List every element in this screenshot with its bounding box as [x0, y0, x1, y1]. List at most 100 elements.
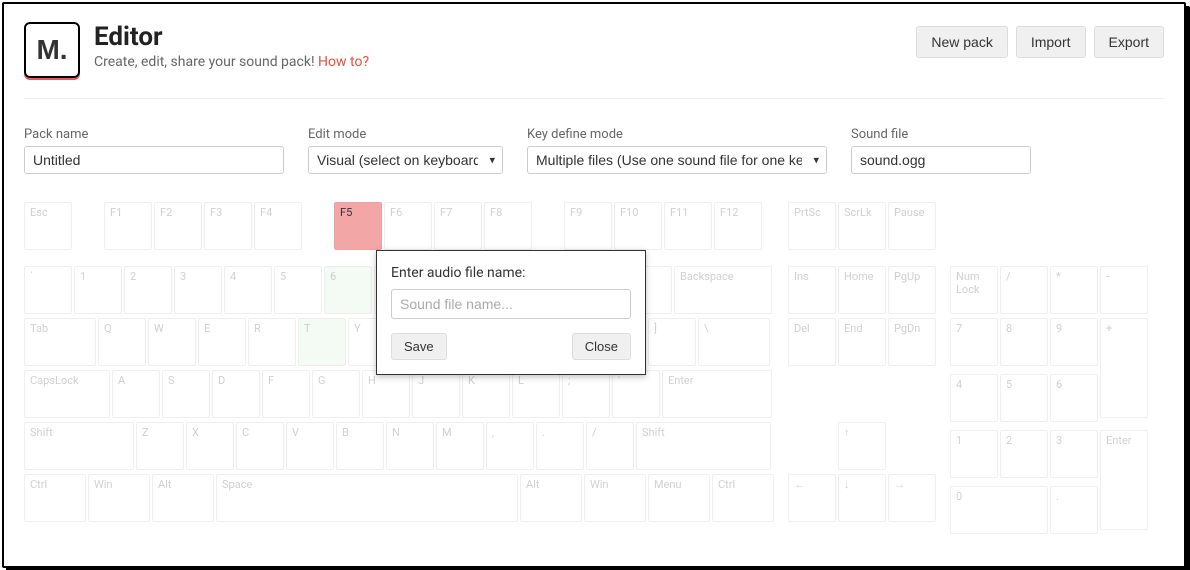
- audio-filename-input[interactable]: [391, 289, 631, 319]
- key-a[interactable]: A: [112, 370, 160, 418]
- key-backspace[interactable]: Backspace: [674, 266, 772, 314]
- key-num5[interactable]: 5: [1000, 374, 1048, 422]
- key-numdec[interactable]: .: [1050, 486, 1098, 534]
- key-f3[interactable]: F3: [204, 202, 252, 250]
- key-f4[interactable]: F4: [254, 202, 302, 250]
- key-l[interactable]: L: [512, 370, 560, 418]
- key-rbracket[interactable]: ]: [648, 318, 696, 366]
- key-numlock[interactable]: Num Lock: [950, 266, 998, 314]
- key-comma[interactable]: ,: [486, 422, 534, 470]
- key-f11[interactable]: F11: [664, 202, 712, 250]
- edit-mode-select[interactable]: Visual (select on keyboard): [308, 146, 503, 174]
- key-j[interactable]: J: [412, 370, 460, 418]
- key-w[interactable]: W: [148, 318, 196, 366]
- key-right[interactable]: →: [888, 474, 936, 522]
- key-6[interactable]: 6: [324, 266, 372, 314]
- key-num2[interactable]: 2: [1000, 430, 1048, 478]
- key-4[interactable]: 4: [224, 266, 272, 314]
- key-backtick[interactable]: `: [24, 266, 72, 314]
- new-pack-button[interactable]: New pack: [916, 26, 1007, 58]
- key-t[interactable]: T: [298, 318, 346, 366]
- key-num7[interactable]: 7: [950, 318, 998, 366]
- key-lctrl[interactable]: Ctrl: [24, 474, 86, 522]
- sound-file-input[interactable]: [851, 146, 1031, 174]
- key-z[interactable]: Z: [136, 422, 184, 470]
- import-button[interactable]: Import: [1016, 26, 1086, 58]
- key-mode-select[interactable]: Multiple files (Use one sound file for o…: [527, 146, 827, 174]
- key-up[interactable]: ↑: [838, 422, 886, 470]
- key-ins[interactable]: Ins: [788, 266, 836, 314]
- key-home[interactable]: Home: [838, 266, 886, 314]
- key-n[interactable]: N: [386, 422, 434, 470]
- key-c[interactable]: C: [236, 422, 284, 470]
- key-f8[interactable]: F8: [484, 202, 532, 250]
- key-e[interactable]: E: [198, 318, 246, 366]
- key-down[interactable]: ↓: [838, 474, 886, 522]
- key-rshift[interactable]: Shift: [636, 422, 771, 470]
- key-menu[interactable]: Menu: [648, 474, 710, 522]
- key-q[interactable]: Q: [98, 318, 146, 366]
- key-f10[interactable]: F10: [614, 202, 662, 250]
- key-tab[interactable]: Tab: [24, 318, 96, 366]
- key-backslash[interactable]: \: [698, 318, 770, 366]
- key-f2[interactable]: F2: [154, 202, 202, 250]
- key-esc[interactable]: Esc: [24, 202, 72, 250]
- key-lshift[interactable]: Shift: [24, 422, 134, 470]
- key-lalt[interactable]: Alt: [152, 474, 214, 522]
- pack-name-input[interactable]: [24, 146, 284, 174]
- key-numsub[interactable]: -: [1100, 266, 1148, 314]
- key-nummul[interactable]: *: [1050, 266, 1098, 314]
- key-g[interactable]: G: [312, 370, 360, 418]
- key-ralt[interactable]: Alt: [520, 474, 582, 522]
- key-f9[interactable]: F9: [564, 202, 612, 250]
- key-pgdn[interactable]: PgDn: [888, 318, 936, 366]
- key-f1[interactable]: F1: [104, 202, 152, 250]
- export-button[interactable]: Export: [1094, 26, 1164, 58]
- key-num8[interactable]: 8: [1000, 318, 1048, 366]
- key-f6[interactable]: F6: [384, 202, 432, 250]
- key-pgup[interactable]: PgUp: [888, 266, 936, 314]
- key-v[interactable]: V: [286, 422, 334, 470]
- key-num1[interactable]: 1: [950, 430, 998, 478]
- key-period[interactable]: .: [536, 422, 584, 470]
- key-space[interactable]: Space: [216, 474, 518, 522]
- key-f7[interactable]: F7: [434, 202, 482, 250]
- key-rctrl[interactable]: Ctrl: [712, 474, 774, 522]
- key-f12[interactable]: F12: [714, 202, 762, 250]
- key-m[interactable]: M: [436, 422, 484, 470]
- key-s[interactable]: S: [162, 370, 210, 418]
- key-apostrophe[interactable]: ': [612, 370, 660, 418]
- key-numdiv[interactable]: /: [1000, 266, 1048, 314]
- key-num6[interactable]: 6: [1050, 374, 1098, 422]
- key-2[interactable]: 2: [124, 266, 172, 314]
- key-k[interactable]: K: [462, 370, 510, 418]
- key-num3[interactable]: 3: [1050, 430, 1098, 478]
- key-rwin[interactable]: Win: [584, 474, 646, 522]
- popover-save-button[interactable]: Save: [391, 333, 447, 360]
- howto-link[interactable]: How to?: [318, 54, 369, 70]
- key-capslock[interactable]: CapsLock: [24, 370, 110, 418]
- key-f5[interactable]: F5: [334, 202, 382, 250]
- key-num0[interactable]: 0: [950, 486, 1048, 534]
- key-b[interactable]: B: [336, 422, 384, 470]
- key-lwin[interactable]: Win: [88, 474, 150, 522]
- key-5[interactable]: 5: [274, 266, 322, 314]
- key-numadd[interactable]: +: [1100, 318, 1148, 418]
- key-left[interactable]: ←: [788, 474, 836, 522]
- key-prtsc[interactable]: PrtSc: [788, 202, 836, 250]
- key-scrlk[interactable]: ScrLk: [838, 202, 886, 250]
- key-num4[interactable]: 4: [950, 374, 998, 422]
- key-slash[interactable]: /: [586, 422, 634, 470]
- key-1[interactable]: 1: [74, 266, 122, 314]
- key-num9[interactable]: 9: [1050, 318, 1098, 366]
- key-f[interactable]: F: [262, 370, 310, 418]
- key-semicolon[interactable]: ;: [562, 370, 610, 418]
- key-3[interactable]: 3: [174, 266, 222, 314]
- key-numenter[interactable]: Enter: [1100, 430, 1148, 530]
- key-pause[interactable]: Pause: [888, 202, 936, 250]
- popover-close-button[interactable]: Close: [572, 333, 631, 360]
- key-r[interactable]: R: [248, 318, 296, 366]
- key-del[interactable]: Del: [788, 318, 836, 366]
- key-d[interactable]: D: [212, 370, 260, 418]
- key-h[interactable]: H: [362, 370, 410, 418]
